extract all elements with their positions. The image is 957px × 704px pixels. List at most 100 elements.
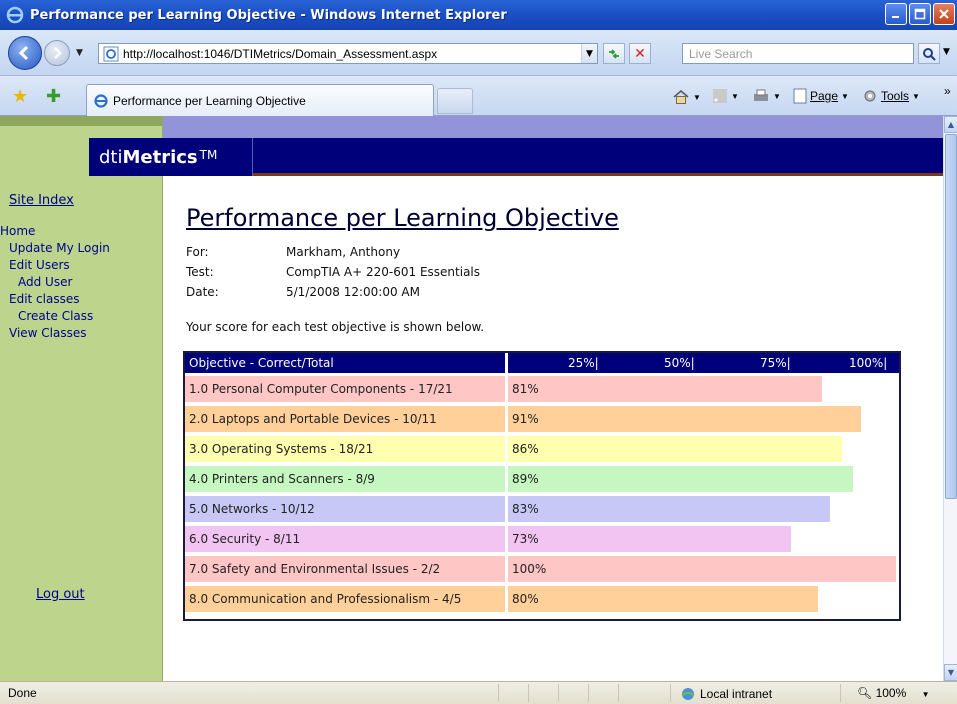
objective-label: 6.0 Security - 8/11 <box>185 526 505 552</box>
sidebar-nav: Home Update My Login Edit Users Add User… <box>0 223 110 342</box>
score-row: 4.0 Printers and Scanners - 8/9 89% <box>185 463 899 493</box>
search-icon <box>923 47 936 61</box>
brand-bold: Metrics <box>122 146 198 168</box>
objective-column-header: Objective - Correct/Total <box>189 356 334 370</box>
scroll-up-button[interactable]: ▲ <box>944 116 957 133</box>
ie-logo-icon <box>6 6 24 24</box>
header-top-band <box>163 116 945 138</box>
sidebar-item-create-class[interactable]: Create Class <box>0 308 110 325</box>
address-field[interactable]: http://localhost:1046/DTIMetrics/Domain_… <box>98 43 598 64</box>
print-button[interactable]: ▼ <box>752 88 781 104</box>
sidebar: Site Index Home Update My Login Edit Use… <box>0 116 163 681</box>
search-options-dropdown[interactable]: ▼ <box>943 47 950 57</box>
objective-score-bar: 83% <box>508 496 830 522</box>
vertical-scrollbar[interactable]: ▲ ▼ <box>943 116 957 681</box>
score-row: 2.0 Laptops and Portable Devices - 10/11… <box>185 403 899 433</box>
sidebar-item-update-login[interactable]: Update My Login <box>0 240 110 257</box>
stop-button[interactable]: ✕ <box>629 43 651 64</box>
home-icon <box>673 90 689 104</box>
maximize-button[interactable] <box>909 3 931 25</box>
feeds-button[interactable]: ▼ <box>712 88 739 104</box>
back-button[interactable] <box>8 36 42 70</box>
forward-button[interactable] <box>44 40 70 66</box>
tab-current[interactable]: Performance per Learning Objective <box>86 84 434 116</box>
logout-link[interactable]: Log out <box>36 587 85 602</box>
objective-label: 4.0 Printers and Scanners - 8/9 <box>185 466 505 492</box>
test-label: Test: <box>186 265 214 279</box>
ie-tab-icon <box>94 93 108 108</box>
date-label: Date: <box>186 285 219 299</box>
score-rows: 1.0 Personal Computer Components - 17/21… <box>185 373 899 613</box>
security-zone[interactable]: Local intranet <box>680 686 772 702</box>
status-separator <box>528 684 529 702</box>
zone-label: Local intranet <box>700 687 773 701</box>
site-index-link[interactable]: Site Index <box>9 193 74 208</box>
objective-score-bar: 80% <box>508 586 818 612</box>
tools-menu-button[interactable]: Tools ▼ <box>862 88 920 104</box>
search-button[interactable] <box>918 43 940 64</box>
objective-label: 1.0 Personal Computer Components - 17/21 <box>185 376 505 402</box>
test-value: CompTIA A+ 220-601 Essentials <box>286 265 481 279</box>
tick-100: 100%| <box>849 356 888 370</box>
tab-toolbar: ★ ✚ Performance per Learning Objective ▼… <box>0 76 957 116</box>
sidebar-item-edit-users[interactable]: Edit Users <box>0 257 110 274</box>
score-row: 8.0 Communication and Professionalism - … <box>185 583 899 613</box>
brand-separator <box>252 138 253 176</box>
status-separator <box>618 684 619 702</box>
page-icon <box>793 88 807 104</box>
sidebar-item-view-classes[interactable]: View Classes <box>0 325 110 342</box>
zoom-dropdown-icon: ▼ <box>921 690 930 699</box>
status-separator <box>670 684 671 702</box>
zoom-icon: 🔍︎ <box>857 686 873 700</box>
intro-text: Your score for each test objective is sh… <box>186 320 485 334</box>
tools-menu-label: Tools <box>881 89 910 103</box>
zoom-control[interactable]: 🔍︎ 100% ▼ <box>857 686 930 700</box>
status-separator <box>588 684 589 702</box>
sidebar-item-add-user[interactable]: Add User <box>0 274 110 291</box>
objective-label: 2.0 Laptops and Portable Devices - 10/11 <box>185 406 505 432</box>
score-table: Objective - Correct/Total 25%| 50%| 75%|… <box>183 351 901 621</box>
sidebar-item-home[interactable]: Home <box>0 223 110 240</box>
maximize-icon <box>914 8 926 20</box>
zoom-level: 100% <box>875 686 907 700</box>
ie-page-icon <box>103 46 119 61</box>
home-button[interactable]: ▼ <box>672 88 701 106</box>
assessment-meta: For: Markham, Anthony Test: CompTIA A+ 2… <box>186 242 480 302</box>
score-row: 3.0 Operating Systems - 18/21 86% <box>185 433 899 463</box>
address-url: http://localhost:1046/DTIMetrics/Domain_… <box>123 46 438 61</box>
address-dropdown[interactable]: ▼ <box>581 44 597 63</box>
brand-trademark: TM <box>199 147 218 162</box>
forward-arrow-icon <box>54 47 62 59</box>
score-row: 5.0 Networks - 10/12 83% <box>185 493 899 523</box>
page-viewport: Site Index Home Update My Login Edit Use… <box>0 116 957 681</box>
search-input[interactable]: Live Search <box>682 43 914 64</box>
recent-pages-dropdown[interactable]: ▼ <box>76 48 83 58</box>
for-value: Markham, Anthony <box>286 245 401 259</box>
window-titlebar: Performance per Learning Objective - Win… <box>0 0 957 30</box>
score-row: 6.0 Security - 8/11 73% <box>185 523 899 553</box>
tick-75: 75%| <box>760 356 791 370</box>
header-band <box>163 138 945 176</box>
page-menu-button[interactable]: Page ▼ <box>793 88 849 104</box>
favorites-star-icon[interactable]: ★ <box>12 86 28 107</box>
window-title: Performance per Learning Objective - Win… <box>30 7 507 23</box>
minimize-button[interactable] <box>885 3 907 25</box>
feeds-icon <box>713 89 727 103</box>
stop-icon: ✕ <box>634 45 646 62</box>
score-row: 1.0 Personal Computer Components - 17/21… <box>185 373 899 403</box>
main-content: Performance per Learning Objective For: … <box>186 204 619 334</box>
page-menu-label: Page <box>810 89 839 103</box>
gear-icon <box>864 90 876 102</box>
objective-label: 5.0 Networks - 10/12 <box>185 496 505 522</box>
scroll-thumb[interactable] <box>945 134 957 499</box>
refresh-button[interactable] <box>603 43 625 64</box>
close-button[interactable] <box>933 3 955 25</box>
add-favorites-icon[interactable]: ✚ <box>46 86 61 107</box>
objective-score-bar: 81% <box>508 376 822 402</box>
scroll-down-button[interactable]: ▼ <box>944 664 957 681</box>
toolbar-overflow-chevron[interactable]: » <box>944 84 951 98</box>
status-separator <box>498 684 499 702</box>
sidebar-item-edit-classes[interactable]: Edit classes <box>0 291 110 308</box>
new-tab-button[interactable] <box>437 88 473 114</box>
minimize-icon <box>892 16 899 18</box>
